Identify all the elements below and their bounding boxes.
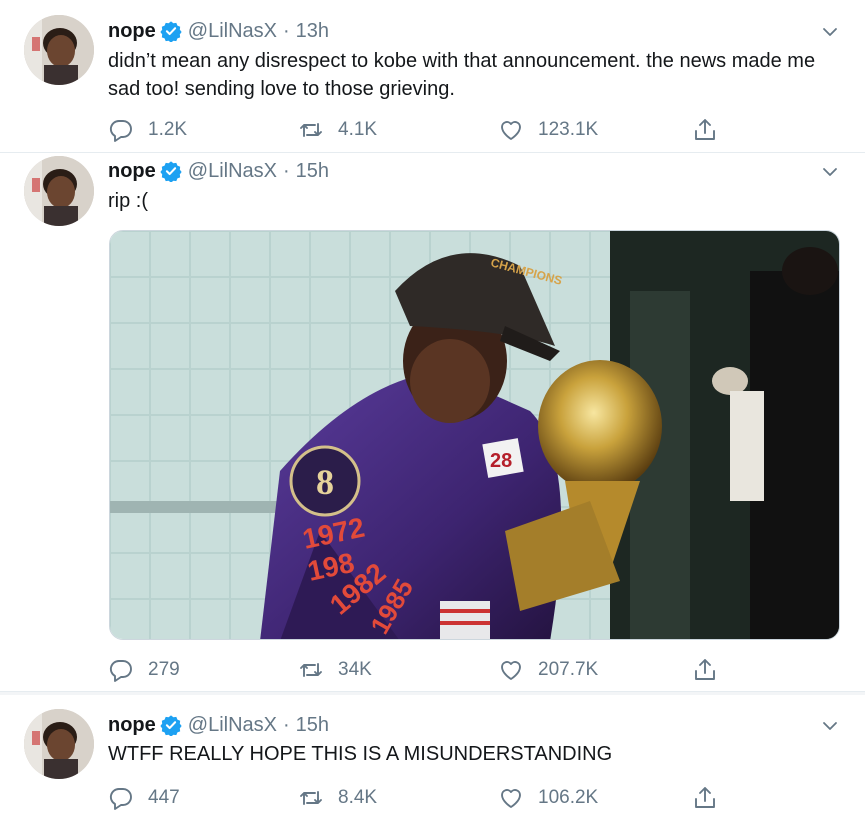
- chevron-down-icon[interactable]: [821, 23, 839, 41]
- tweet-actions: 1.2K 4.1K 123.1K: [108, 115, 728, 145]
- separator-dot: ·: [283, 713, 290, 736]
- display-name[interactable]: nope: [108, 20, 156, 43]
- verified-badge-icon: [160, 21, 182, 42]
- like-count: 123.1K: [538, 119, 599, 140]
- like-button[interactable]: 207.7K: [498, 655, 598, 685]
- reply-icon: [109, 660, 132, 682]
- tweet-feed: nope @LilNasX · 13h didn’t mean any disr…: [0, 0, 865, 828]
- retweet-icon: [300, 791, 322, 805]
- user-handle[interactable]: @LilNasX: [188, 714, 277, 737]
- retweet-button[interactable]: 8.4K: [298, 783, 377, 813]
- user-handle[interactable]: @LilNasX: [188, 160, 277, 183]
- heart-icon: [501, 121, 521, 140]
- chevron-down-icon[interactable]: [821, 717, 839, 735]
- tweet-header: nope @LilNasX · 15h: [108, 157, 329, 185]
- retweet-count: 4.1K: [338, 119, 378, 140]
- share-button[interactable]: [692, 115, 718, 145]
- share-icon: [695, 787, 715, 808]
- tweet-actions: 447 8.4K 106.2K: [108, 783, 728, 813]
- reply-button[interactable]: 1.2K: [108, 115, 187, 145]
- share-button[interactable]: [692, 655, 718, 685]
- like-count: 106.2K: [538, 787, 599, 808]
- display-name[interactable]: nope: [108, 160, 156, 183]
- reply-icon: [109, 788, 132, 810]
- tweet-text: rip :(: [108, 190, 148, 212]
- reply-button[interactable]: 447: [108, 783, 180, 813]
- tweet[interactable]: nope @LilNasX · 13h didn’t mean any disr…: [0, 0, 865, 153]
- reply-count: 1.2K: [148, 119, 188, 140]
- jacket-patch-number: 8: [316, 462, 334, 502]
- tweet-photo[interactable]: 8 1972 198 1982 1985 28 CHAMPIONS: [109, 230, 840, 640]
- display-name[interactable]: nope: [108, 714, 156, 737]
- retweet-button[interactable]: 34K: [298, 655, 372, 685]
- chevron-down-icon[interactable]: [821, 163, 839, 181]
- reply-count: 279: [148, 659, 180, 680]
- like-button[interactable]: 106.2K: [498, 783, 598, 813]
- timestamp[interactable]: 15h: [296, 714, 329, 737]
- separator-dot: ·: [283, 159, 290, 182]
- verified-badge-icon: [160, 715, 182, 736]
- share-button[interactable]: [692, 783, 718, 813]
- retweet-count: 8.4K: [338, 787, 378, 808]
- user-handle[interactable]: @LilNasX: [188, 20, 277, 43]
- share-icon: [695, 659, 715, 680]
- share-icon: [695, 119, 715, 140]
- tweet-text: didn’t mean any disrespect to kobe with …: [108, 50, 816, 100]
- tweet-header: nope @LilNasX · 15h: [108, 711, 329, 739]
- reply-icon: [109, 120, 132, 142]
- verified-badge-icon: [160, 161, 182, 182]
- separator-dot: ·: [283, 19, 290, 42]
- avatar[interactable]: [24, 709, 94, 779]
- avatar[interactable]: [24, 15, 94, 85]
- tweet-actions: 279 34K 207.7K: [108, 655, 728, 685]
- like-button[interactable]: 123.1K: [498, 115, 598, 145]
- reply-count: 447: [148, 787, 180, 808]
- timestamp[interactable]: 15h: [296, 160, 329, 183]
- jacket-number: 28: [490, 450, 512, 472]
- timestamp[interactable]: 13h: [296, 20, 329, 43]
- tweet-header: nope @LilNasX · 13h: [108, 17, 329, 45]
- tweet-text: WTFF REALLY HOPE THIS IS A MISUNDERSTAND…: [108, 743, 613, 765]
- tweet[interactable]: nope @LilNasX · 15h rip :(8 1972 198 19…: [0, 153, 865, 692]
- retweet-icon: [300, 663, 322, 677]
- retweet-icon: [300, 123, 322, 137]
- like-count: 207.7K: [538, 659, 599, 680]
- retweet-button[interactable]: 4.1K: [298, 115, 377, 145]
- retweet-count: 34K: [338, 659, 372, 680]
- heart-icon: [501, 789, 521, 808]
- tweet[interactable]: nope @LilNasX · 15h WTFF REALLY HOPE THI…: [0, 692, 865, 828]
- avatar[interactable]: [24, 156, 94, 226]
- reply-button[interactable]: 279: [108, 655, 180, 685]
- heart-icon: [501, 661, 521, 680]
